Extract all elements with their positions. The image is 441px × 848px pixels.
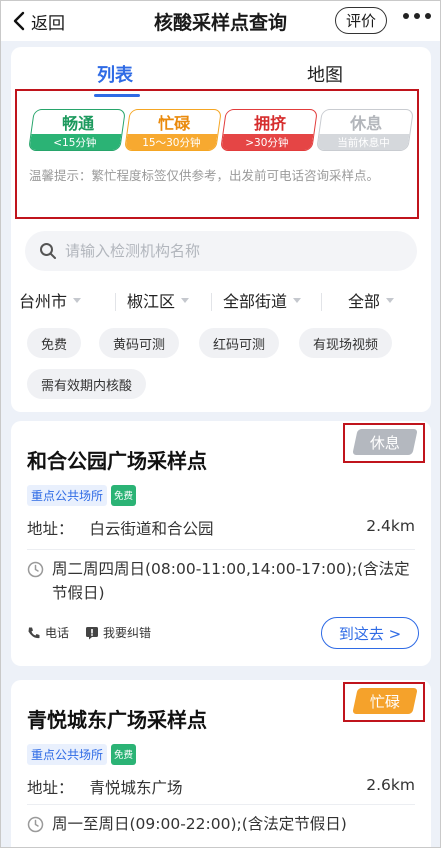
free-tag: 免费 [111,485,137,506]
filter-row: 台州市 椒江区 全部街道 全部 [11,285,431,315]
legend-badge-resting: 休息 当前休息中 [316,109,414,151]
tab-list[interactable]: 列表 [97,61,133,87]
caret-down-icon [293,297,302,303]
site-card[interactable]: 休息 和合公园广场采样点 重点公共场所 免费 地址： 白云街道和合公园 2.4km… [11,421,431,666]
more-icon[interactable] [403,13,431,19]
legend-badge-smooth: 畅通 <15分钟 [28,109,126,151]
site-name: 和合公园广场采样点 [27,449,207,473]
category-tag: 重点公共场所 [27,744,108,765]
caret-down-icon [73,297,82,303]
alert-icon [86,626,99,639]
clock-icon [27,816,44,833]
phone-button[interactable]: 电话 [27,624,69,641]
rate-button[interactable]: 评价 [335,7,387,34]
legend-badge-busy: 忙碌 15～30分钟 [124,109,222,151]
chip-valid-test-required[interactable]: 需有效期内核酸 [27,369,147,399]
site-distance: 2.4km [366,517,415,535]
tab-map[interactable]: 地图 [307,61,343,87]
caret-down-icon [181,297,190,303]
search-icon [40,243,56,259]
site-name: 青悦城东广场采样点 [27,708,207,732]
caret-down-icon [386,297,395,303]
status-badge: 休息 [352,429,418,455]
divider [115,293,116,311]
report-error-button[interactable]: 我要纠错 [85,624,151,641]
nav-bar: 返回 核酸采样点查询 评价 [1,1,440,41]
site-address: 地址： 白云街道和合公园 [27,520,214,538]
site-distance: 2.6km [366,776,415,794]
filter-district[interactable]: 椒江区 [127,288,190,312]
chip-live-video[interactable]: 有现场视频 [299,328,393,358]
status-highlight: 休息 [343,423,425,463]
site-card[interactable]: 忙碌 青悦城东广场采样点 重点公共场所 免费 地址： 青悦城东广场 2.6km 周… [11,680,431,847]
site-hours: 周二周四周日(08:00-11:00,14:00-17:00);(含法定节假日) [27,557,417,605]
category-tag: 重点公共场所 [27,485,108,506]
divider [211,293,212,311]
filter-street[interactable]: 全部街道 [223,288,302,312]
navigate-button[interactable]: 到这去 > [321,617,419,649]
busy-legend: 畅通 <15分钟 忙碌 15～30分钟 拥挤 >30分钟 休息 当前休息中 温馨… [15,89,419,219]
chip-free[interactable]: 免费 [27,328,82,358]
chip-red-code[interactable]: 红码可测 [199,328,280,358]
tip-text: 温馨提示：繁忙程度标签仅供参考，出发前可电话咨询采样点。 [29,168,380,183]
legend-badge-crowded: 拥挤 >30分钟 [220,109,318,151]
search-bar[interactable] [25,231,417,271]
divider [321,293,322,311]
divider [27,549,415,550]
free-tag: 免费 [111,744,137,765]
chip-yellow-code[interactable]: 黄码可测 [99,328,180,358]
site-tags: 重点公共场所 免费 [27,744,137,765]
view-tabs: 列表 地图 [11,47,431,97]
site-address: 地址： 青悦城东广场 [27,779,183,797]
search-input[interactable] [65,239,395,263]
site-tags: 重点公共场所 免费 [27,485,137,506]
filter-city[interactable]: 台州市 [19,288,82,312]
status-badge: 忙碌 [352,688,418,714]
clock-icon [27,561,44,578]
site-hours: 周一至周日(09:00-22:00);(含法定节假日) [27,812,417,836]
site-actions: 电话 我要纠错 [27,624,151,641]
filter-all[interactable]: 全部 [348,288,395,312]
divider [27,804,415,805]
status-highlight: 忙碌 [343,682,425,722]
app-frame: 返回 核酸采样点查询 评价 列表 地图 畅通 <15分钟 忙碌 15～30分钟 … [0,0,441,848]
phone-icon [28,627,40,638]
filter-panel: 列表 地图 畅通 <15分钟 忙碌 15～30分钟 拥挤 >30分钟 休息 当前… [11,47,431,412]
